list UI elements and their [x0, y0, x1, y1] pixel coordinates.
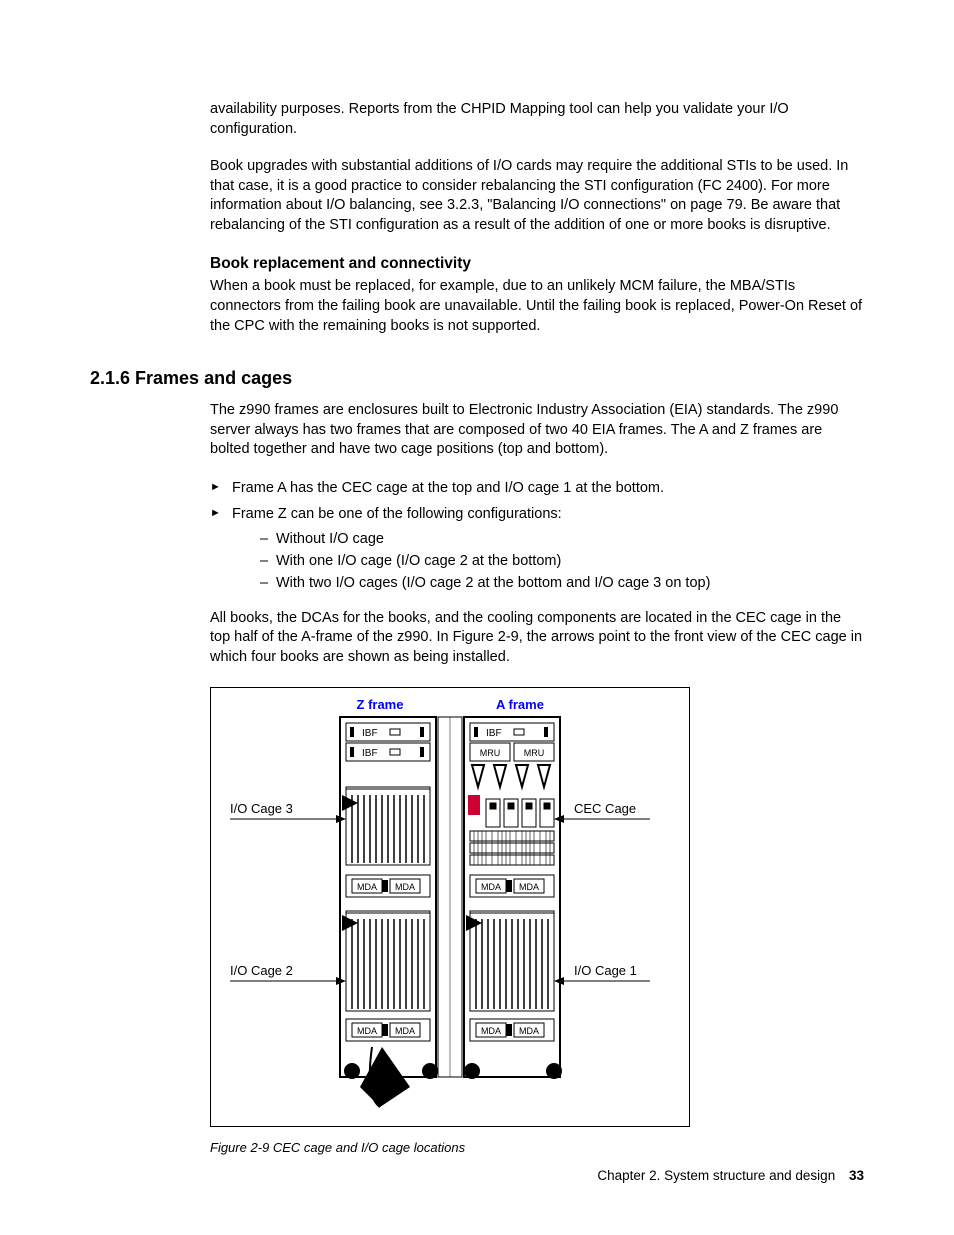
- mda-z-2: MDA: [395, 882, 415, 892]
- dash-two: With two I/O cages (I/O cage 2 at the bo…: [260, 573, 864, 595]
- z-io3-slots: [346, 787, 430, 865]
- io2-label: I/O Cage 2: [230, 963, 293, 978]
- figure-caption: Figure 2-9 CEC cage and I/O cage locatio…: [210, 1140, 864, 1155]
- ibf-label-2: IBF: [362, 748, 378, 759]
- bullet-frame-z-text: Frame Z can be one of the following conf…: [232, 506, 562, 522]
- mda-a-2: MDA: [519, 882, 539, 892]
- bullet-list: Frame A has the CEC cage at the top and …: [210, 478, 864, 595]
- a-ibf-label: IBF: [486, 728, 502, 739]
- page: availability purposes. Reports from the …: [0, 0, 954, 1235]
- mru-2: MRU: [524, 748, 545, 758]
- ibf-label: IBF: [362, 728, 378, 739]
- mda-z-4: MDA: [395, 1026, 415, 1036]
- cec-books: [468, 765, 554, 865]
- para-books-location: All books, the DCAs for the books, and t…: [210, 609, 864, 668]
- para-replacement: When a book must be replaced, for exampl…: [210, 277, 864, 336]
- io1-label: I/O Cage 1: [574, 963, 637, 978]
- page-footer: Chapter 2. System structure and design 3…: [597, 1168, 864, 1183]
- z-io2-slots: [346, 911, 430, 1011]
- bullet-frame-a: Frame A has the CEC cage at the top and …: [210, 478, 864, 500]
- figure-2-9: Z frame A frame IBF I: [210, 687, 864, 1155]
- para-upgrades: Book upgrades with substantial additions…: [210, 157, 864, 235]
- a-top-rows: IBF MRU MRU: [470, 723, 554, 761]
- mda-a-3: MDA: [481, 1026, 501, 1036]
- heading-book-replacement: Book replacement and connectivity: [210, 255, 864, 273]
- mda-z-1: MDA: [357, 882, 377, 892]
- z-ibf-rows: IBF IBF: [346, 723, 430, 761]
- mda-a-4: MDA: [519, 1026, 539, 1036]
- section-body: The z990 frames are enclosures built to …: [210, 401, 864, 1155]
- a-io1-slots: [470, 911, 554, 1011]
- io3-label: I/O Cage 3: [230, 801, 293, 816]
- dash-list: Without I/O cage With one I/O cage (I/O …: [260, 529, 864, 594]
- bullet-frame-z: Frame Z can be one of the following conf…: [210, 504, 864, 595]
- aframe-label: A frame: [496, 697, 544, 712]
- para-availability: availability purposes. Reports from the …: [210, 100, 864, 139]
- body-column: availability purposes. Reports from the …: [210, 100, 864, 336]
- mru-1: MRU: [480, 748, 501, 758]
- dash-without: Without I/O cage: [260, 529, 864, 551]
- mda-a-1: MDA: [481, 882, 501, 892]
- zframe-label: Z frame: [357, 697, 404, 712]
- dash-one: With one I/O cage (I/O cage 2 at the bot…: [260, 551, 864, 573]
- heading-frames-cages: 2.1.6 Frames and cages: [90, 368, 864, 389]
- footer-page: 33: [849, 1168, 864, 1183]
- para-frames-intro: The z990 frames are enclosures built to …: [210, 401, 864, 460]
- cec-label: CEC Cage: [574, 801, 636, 816]
- mda-z-3: MDA: [357, 1026, 377, 1036]
- cage-diagram: Z frame A frame IBF I: [210, 687, 690, 1127]
- footer-chapter: Chapter 2. System structure and design: [597, 1168, 835, 1183]
